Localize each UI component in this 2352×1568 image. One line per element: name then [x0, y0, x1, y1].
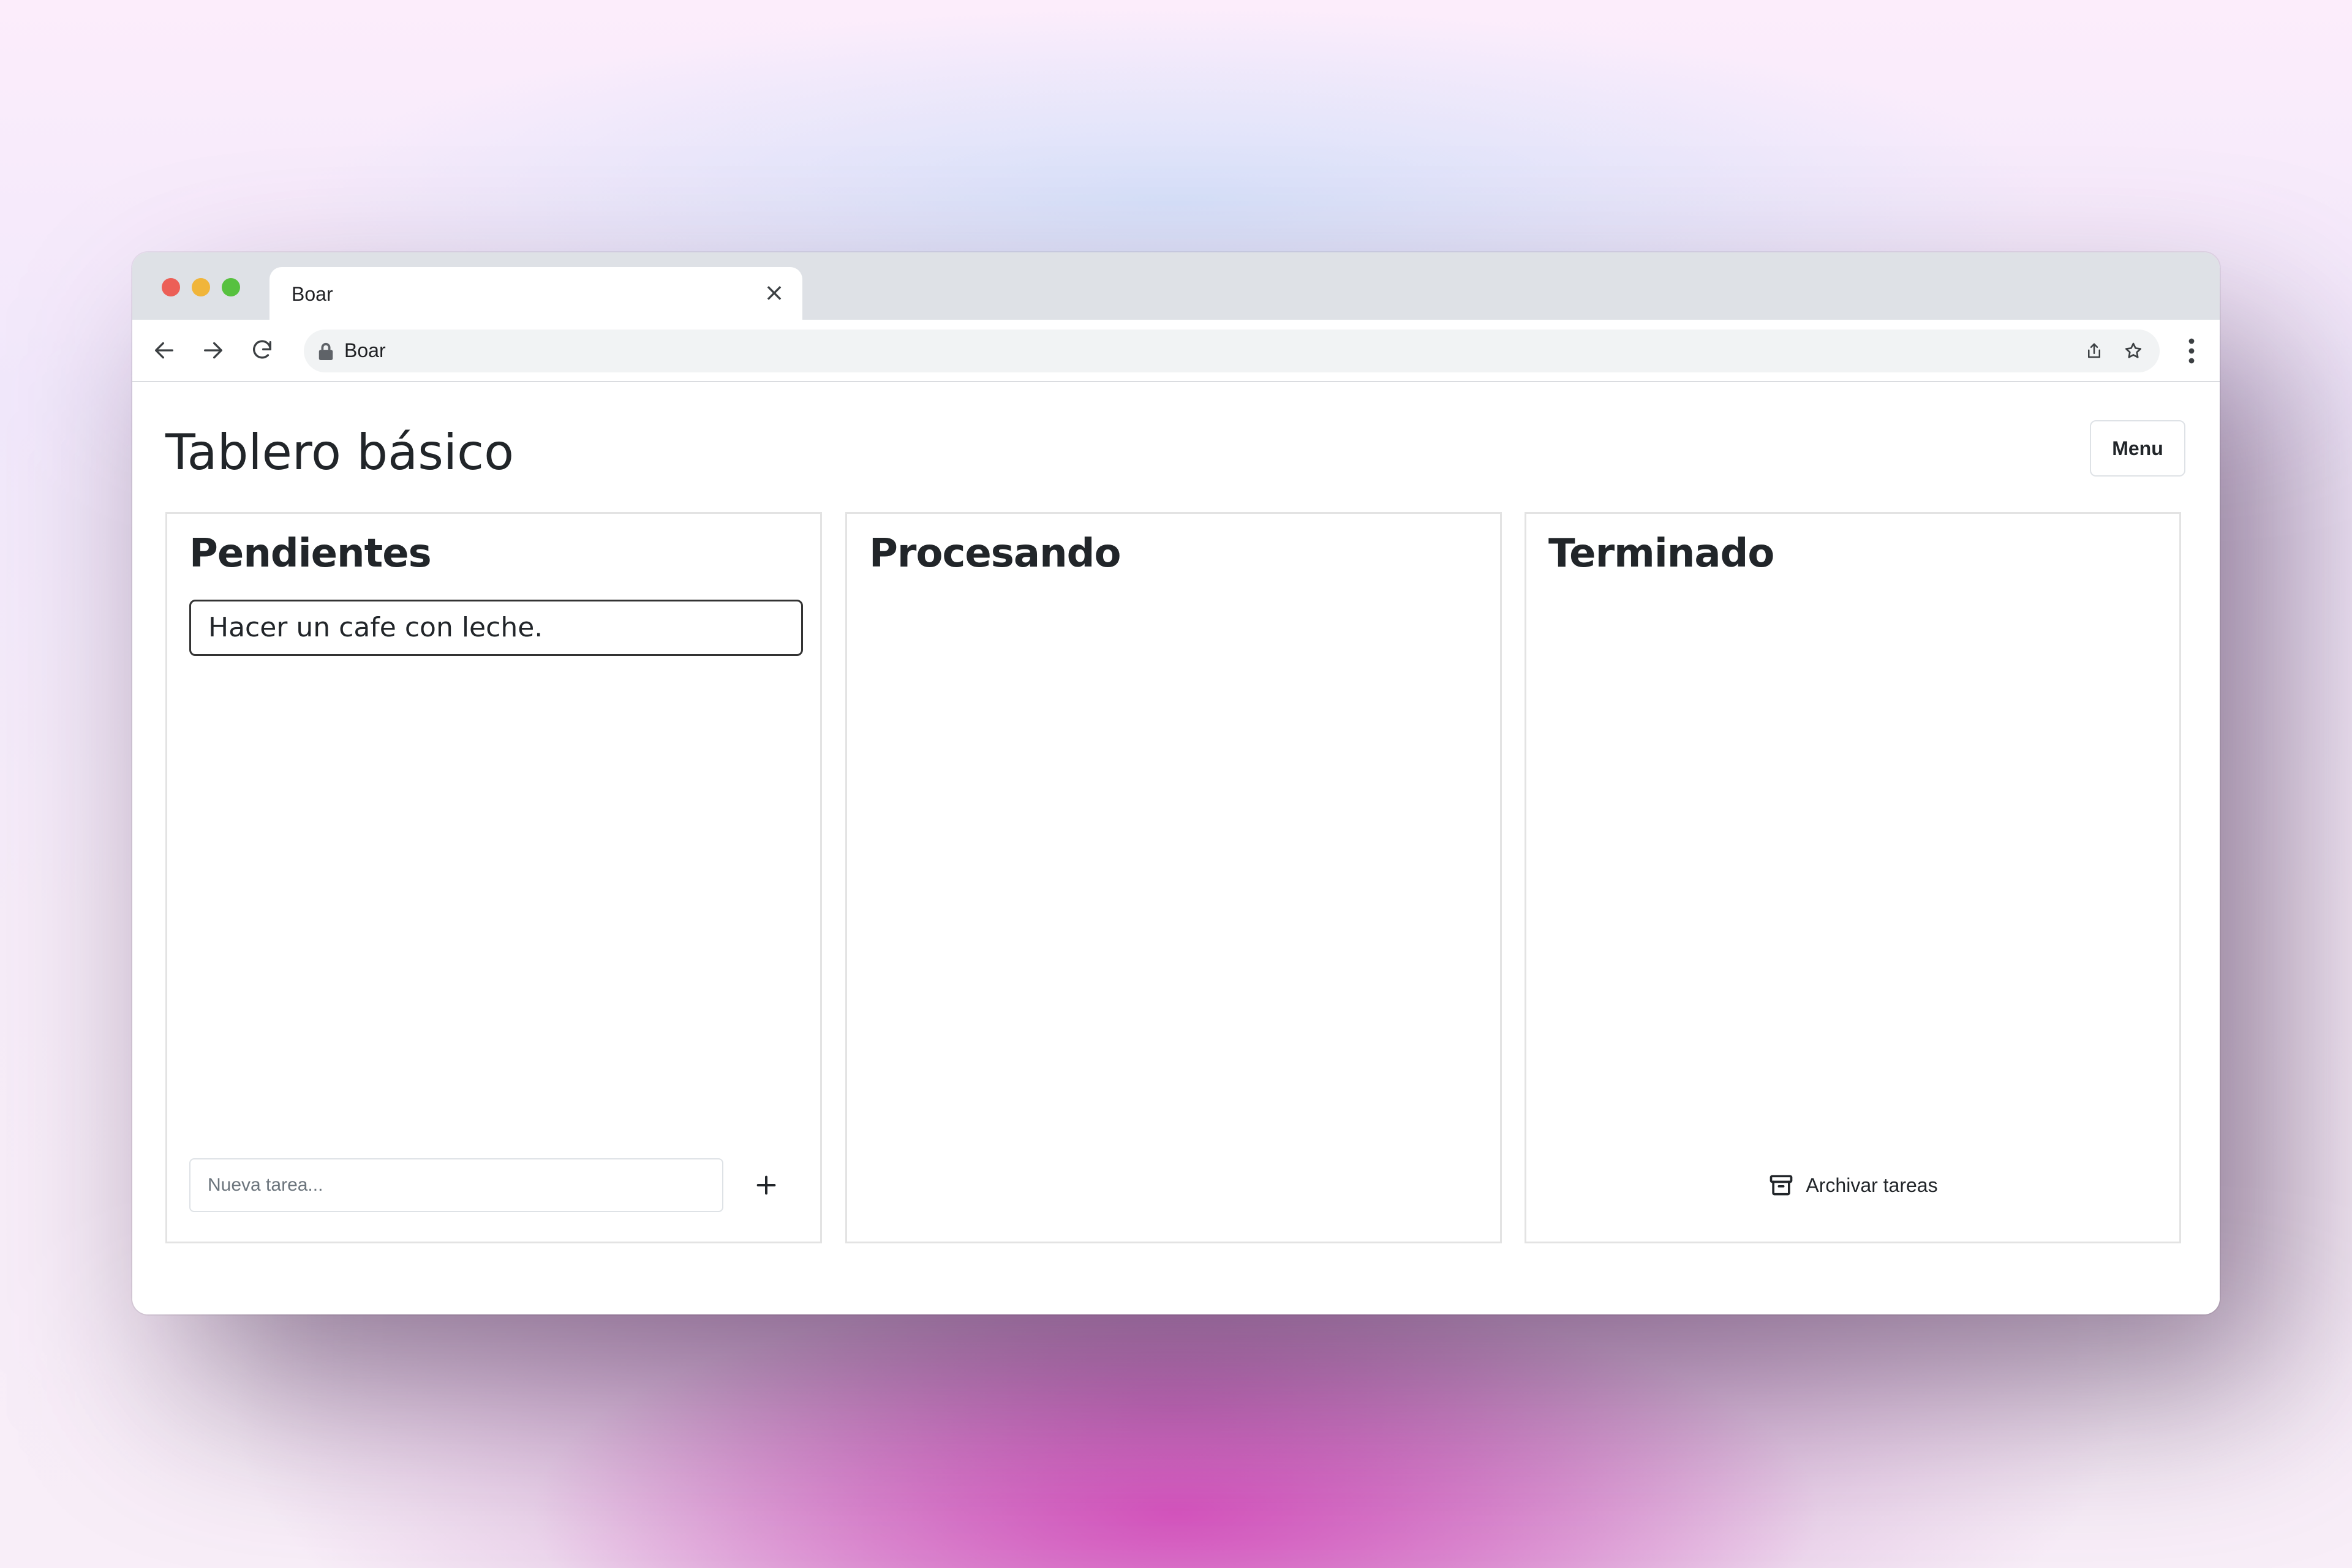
plus-icon — [756, 1175, 776, 1195]
browser-toolbar: Boar — [132, 320, 2220, 382]
arrow-left-icon — [155, 342, 173, 359]
window-maximize-button[interactable] — [222, 278, 240, 296]
arrow-right-icon — [204, 342, 222, 359]
task-card[interactable]: Hacer un cafe con leche. — [189, 600, 803, 656]
browser-tab[interactable]: Boar × — [270, 267, 802, 322]
archive-box-icon — [1770, 1175, 1793, 1196]
lock-icon — [318, 342, 333, 360]
column-procesando: Procesando — [845, 512, 1502, 1243]
new-task-input[interactable] — [189, 1158, 723, 1212]
address-text: Boar — [344, 339, 386, 361]
column-title: Terminado — [1548, 531, 1774, 576]
page-title: Tablero básico — [165, 424, 514, 481]
back-button[interactable] — [147, 333, 181, 368]
browser-window: Boar × Boar Tablero básico Menu Pendient… — [132, 252, 2220, 1314]
archive-tasks-label: Archivar tareas — [1806, 1174, 1938, 1196]
menu-button[interactable]: Menu — [2090, 420, 2185, 477]
column-title: Procesando — [869, 531, 1121, 576]
page-content: Tablero básico Menu Pendientes Hacer un … — [132, 382, 2220, 1314]
bookmark-button[interactable] — [2120, 338, 2146, 364]
window-close-button[interactable] — [162, 278, 180, 296]
close-icon[interactable]: × — [761, 279, 788, 306]
share-icon — [2088, 343, 2100, 358]
browser-menu-button[interactable] — [2179, 336, 2204, 366]
forward-button[interactable] — [196, 333, 230, 368]
star-icon — [2125, 342, 2142, 358]
address-bar[interactable]: Boar — [304, 330, 2160, 372]
add-task-button[interactable] — [745, 1164, 787, 1206]
column-pendientes: Pendientes Hacer un cafe con leche. — [165, 512, 822, 1243]
reload-icon — [253, 340, 271, 359]
column-terminado: Terminado Archivar tareas — [1525, 512, 2181, 1243]
window-minimize-button[interactable] — [192, 278, 210, 296]
archive-tasks-button[interactable]: Archivar tareas — [1526, 1162, 2179, 1208]
column-title: Pendientes — [189, 531, 432, 576]
share-button[interactable] — [2081, 338, 2107, 364]
tab-title: Boar — [292, 283, 333, 305]
reload-button[interactable] — [245, 333, 279, 368]
tab-strip: Boar × — [132, 252, 2220, 322]
kebab-menu-icon — [2188, 338, 2195, 364]
